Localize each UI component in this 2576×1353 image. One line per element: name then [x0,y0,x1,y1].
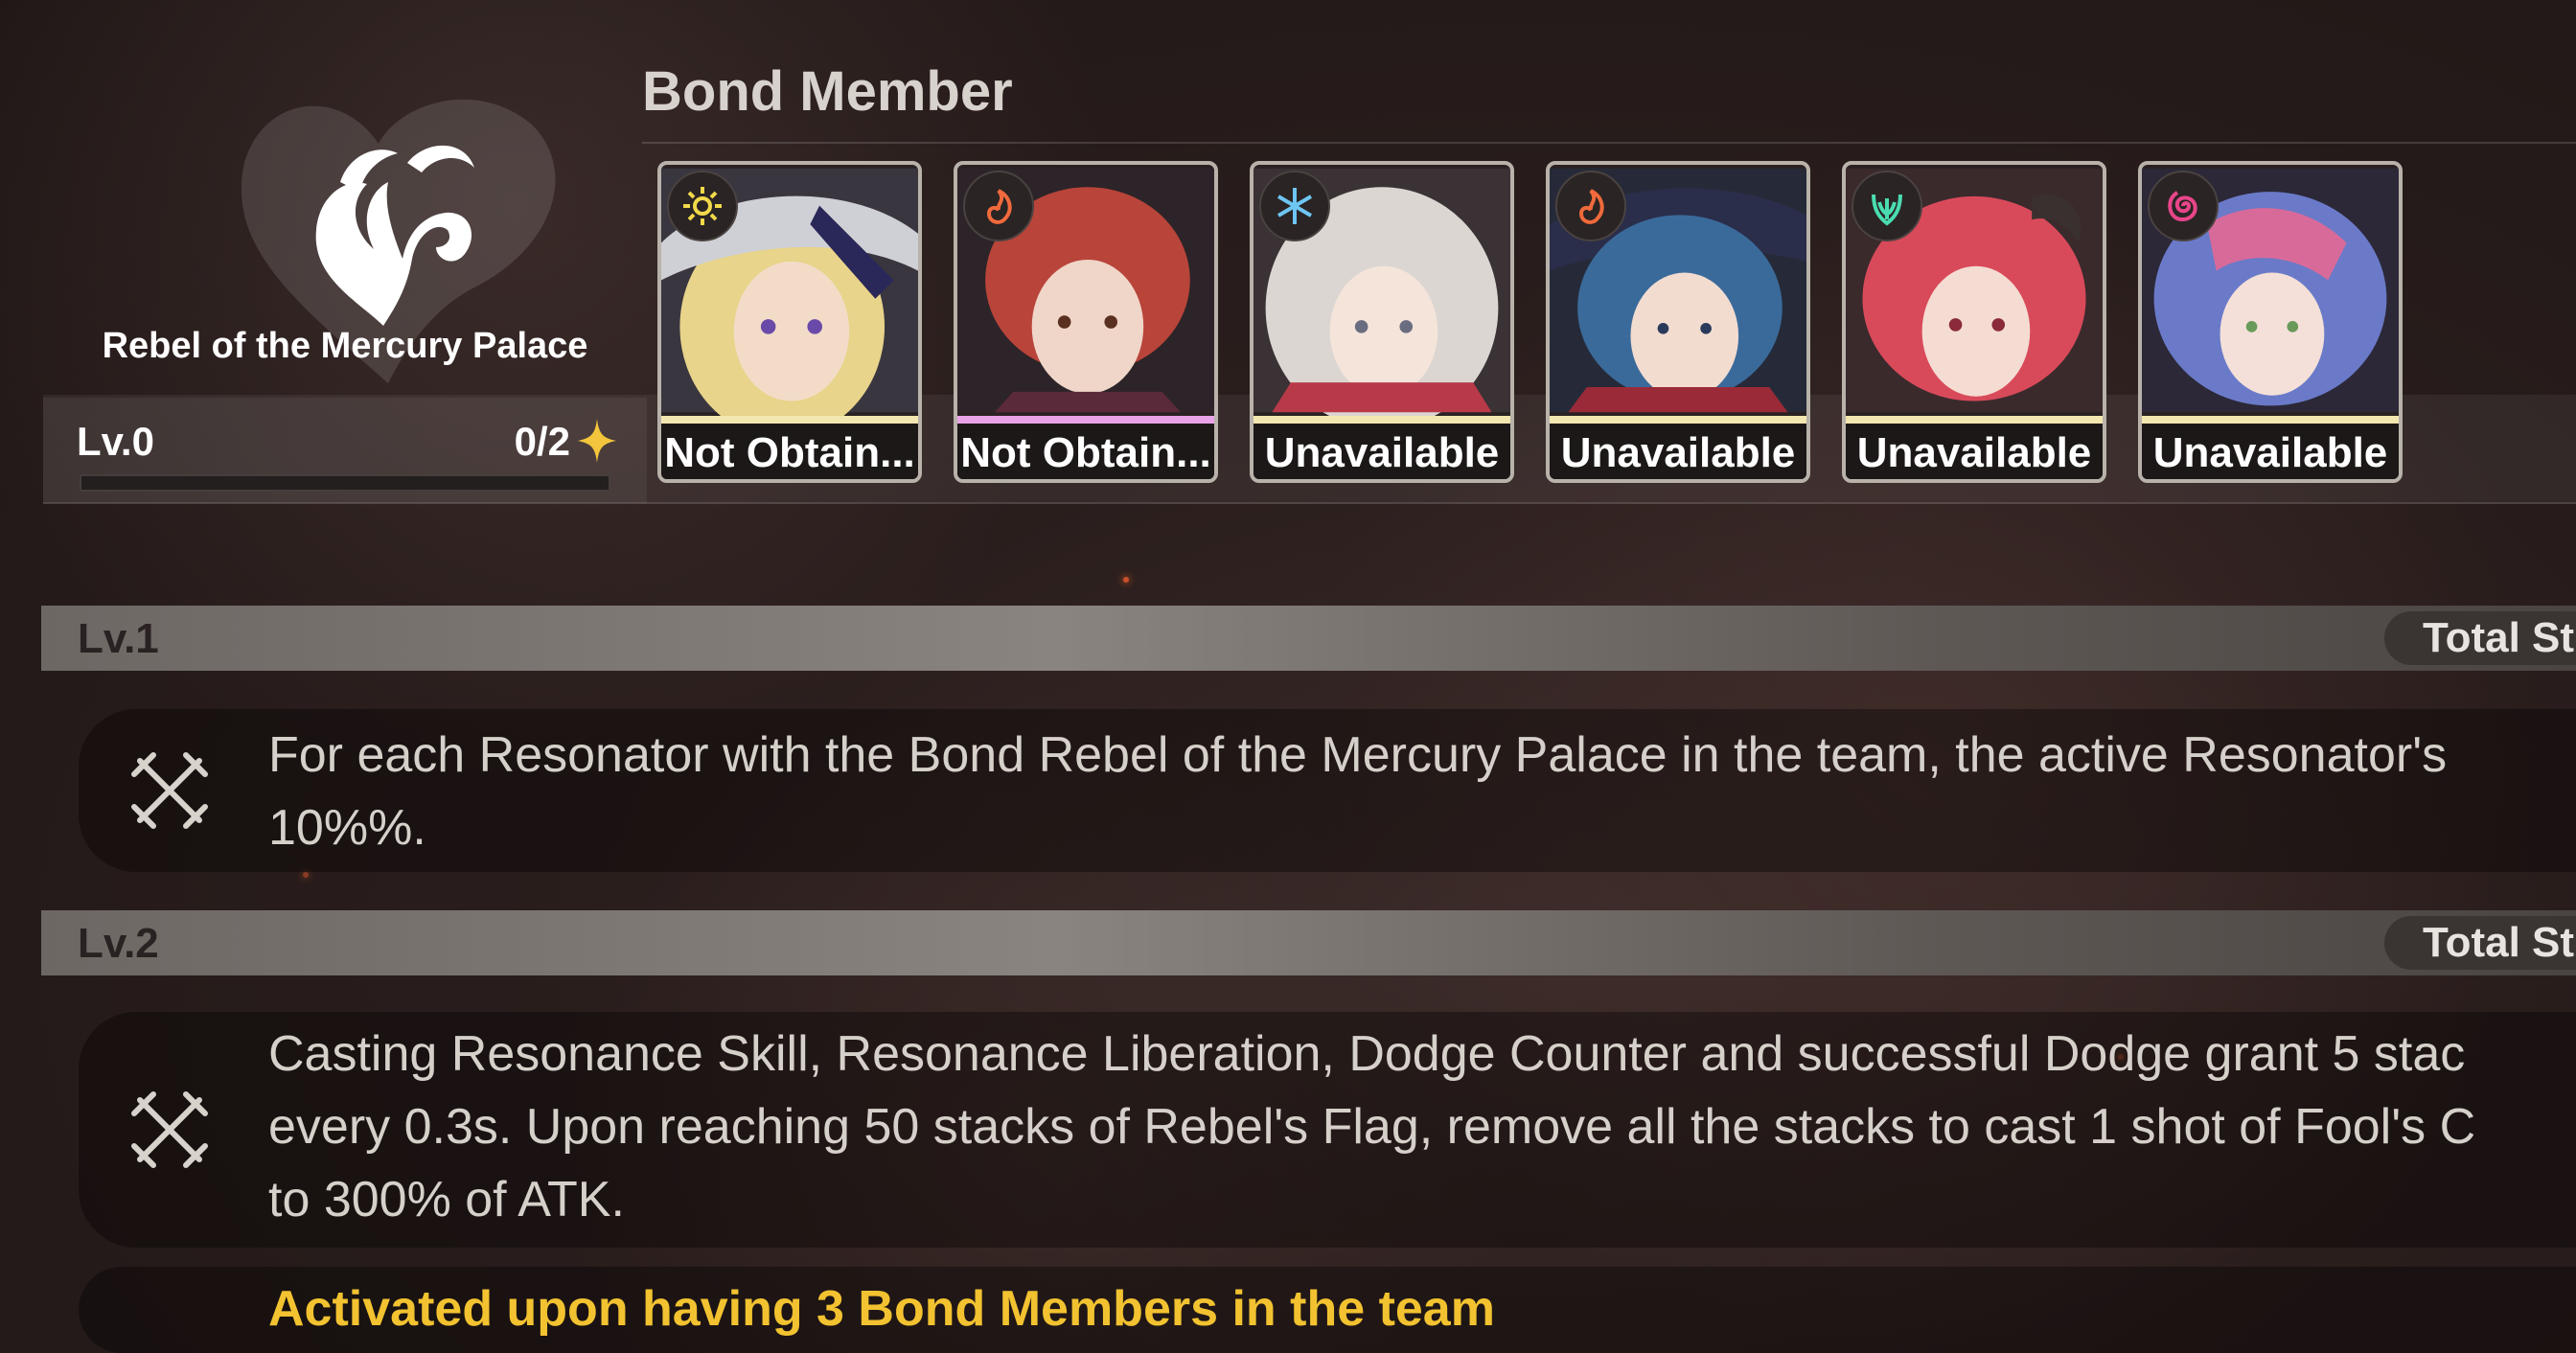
total-stat-button[interactable]: Total St [2384,916,2576,970]
member-status-label: Not Obtain... [957,424,1214,479]
rarity-strip [661,416,918,424]
activation-condition-text: Activated upon having 3 Bond Members in … [268,1281,1495,1337]
level-header-lv2: Lv.2 Total St [41,910,2576,975]
havoc-icon [2148,171,2219,241]
member-card[interactable]: Unavailable [1842,161,2106,483]
member-card[interactable]: Not Obtain... [657,161,922,483]
member-status-label: Unavailable [1846,424,2103,479]
bond-member-title: Bond Member [642,60,1013,123]
level-label: Lv.1 [78,615,159,662]
member-status-label: Unavailable [1550,424,1806,479]
rarity-strip [1846,416,2103,424]
effect-line: Casting Resonance Skill, Resonance Liber… [268,1026,2466,1082]
effect-line: to 300% of ATK. [268,1172,625,1227]
effect-line: For each Resonator with the Bond Rebel o… [268,727,2448,783]
glacio-icon [1259,171,1330,241]
level-effect-lv1: For each Resonator with the Bond Rebel o… [79,709,2576,872]
fusion-icon [963,171,1034,241]
member-card[interactable]: Unavailable [1546,161,1810,483]
crossed-swords-icon [131,1091,208,1168]
rarity-strip [1550,416,1806,424]
member-card[interactable]: Not Obtain... [954,161,1218,483]
rarity-strip [1254,416,1510,424]
rarity-strip [2142,416,2399,424]
effect-line: 10%%. [268,800,426,856]
effect-line: every 0.3s. Upon reaching 50 stacks of R… [268,1099,2476,1155]
total-stat-button[interactable]: Total St [2384,611,2576,665]
ember-particle [1123,577,1129,583]
fusion-icon [1555,171,1626,241]
level-effect-lv2: Casting Resonance Skill, Resonance Liber… [79,1012,2576,1248]
bond-emblem-icon [315,145,474,326]
level-label: Lv.2 [78,920,159,967]
level-header-lv1: Lv.1 Total St [41,606,2576,671]
activation-condition-box: Activated upon having 3 Bond Members in … [79,1267,2576,1353]
member-card[interactable]: Unavailable [2138,161,2403,483]
member-status-label: Not Obtain... [661,424,918,479]
member-card[interactable]: Unavailable [1250,161,1514,483]
crossed-swords-icon [131,752,208,829]
ember-particle [303,872,309,878]
spectro-icon [667,171,738,241]
member-status-label: Unavailable [2142,424,2399,479]
member-status-label: Unavailable [1254,424,1510,479]
rarity-strip [957,416,1214,424]
bond-name: Rebel of the Mercury Palace [102,326,588,366]
divider [642,142,2576,144]
aero-icon [1852,171,1922,241]
